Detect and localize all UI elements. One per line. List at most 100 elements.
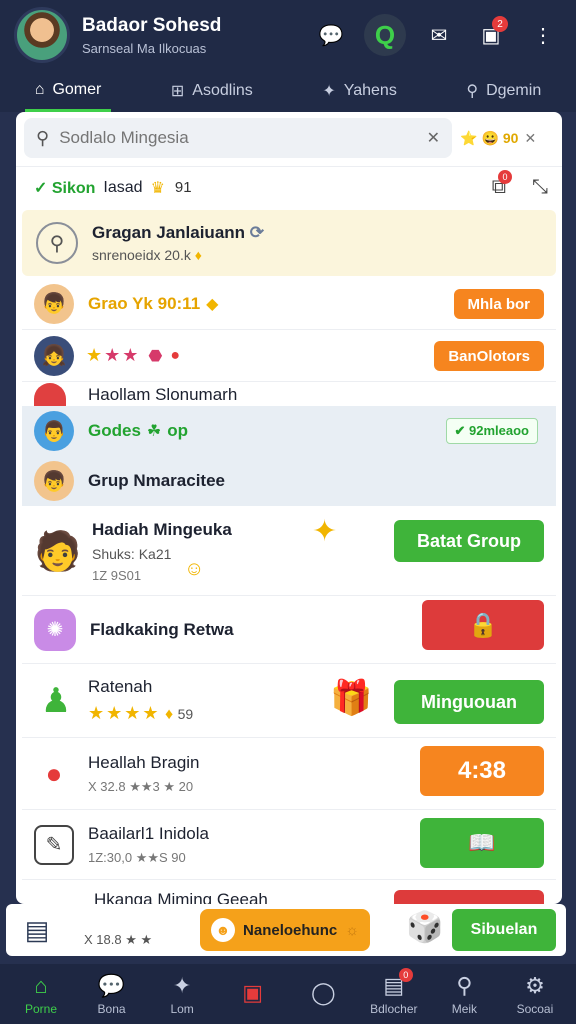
tab-label: Dgemin: [486, 82, 542, 99]
row-title: Hkanga Miming Geeah: [94, 890, 268, 904]
main-card: ⚲ ✕ ⭐ 😀 90 ✕ ✓ Sikon Iasad ♛ 91 ⧉0 ⤡ ⚲ G…: [16, 112, 562, 904]
bot-icon[interactable]: ▣ 2: [472, 16, 510, 54]
smile-icon: ☺: [184, 558, 205, 580]
nav-label: Porne: [24, 1001, 58, 1016]
q-logo-icon[interactable]: Q: [364, 14, 406, 56]
row-text: Hadiah Mingeuka Shuks: Ka21 1Z 9S01: [92, 520, 232, 583]
search-icon: ⚲: [456, 972, 473, 998]
coin-counter[interactable]: ⭐ 😀 90 ✕: [460, 120, 556, 156]
gift-icon: 🎁: [330, 679, 373, 717]
nav-bag[interactable]: ▤ 0 Bdlocher: [363, 964, 425, 1024]
timer-button[interactable]: 4:38: [420, 746, 544, 796]
row-text: Baailarl1 Inidola 1Z:30,0 ★★S 90: [88, 824, 209, 866]
tab-dgemin[interactable]: ⚲ Dgemin: [456, 70, 551, 112]
row-title: Heallah Bragin: [88, 752, 200, 772]
mail-icon[interactable]: ✉: [420, 16, 458, 54]
stars-icon: ★★★★: [88, 703, 161, 723]
nav-chat[interactable]: 💬 Bona: [81, 964, 143, 1024]
row-title: Haollam Slonumarh: [88, 384, 238, 404]
crown-icon: ♛: [150, 179, 165, 197]
list-item[interactable]: Hkanga Miming Geeah: [22, 880, 556, 904]
book-icon: 📖: [468, 830, 496, 855]
chat-icon: 💬: [97, 972, 126, 998]
tab-label: Yahens: [343, 82, 397, 99]
coin-count: 90: [502, 130, 519, 146]
star-icon: ⭐: [460, 129, 478, 146]
row-text: Ratenah ★★★★ ♦ 59: [88, 677, 193, 724]
gear-icon: ⚙: [525, 972, 545, 998]
tab-label: Gomer: [52, 80, 102, 98]
tab-yahens[interactable]: ✦ Yahens: [312, 70, 406, 112]
ring-icon: ◯: [310, 979, 336, 1005]
avatar: 👧: [34, 335, 74, 376]
featured-item[interactable]: ⚲ Gragan Janlaiuann ⟳ snrenoeidx 20.k ♦: [22, 210, 556, 276]
list-item[interactable]: 👨 Godes ☘ op ✔ 92mleaoo: [22, 408, 556, 454]
join-group-button[interactable]: Batat Group: [394, 520, 544, 562]
nav-label: Bona: [97, 1001, 126, 1016]
chat-bubble-icon[interactable]: 💬: [312, 16, 350, 54]
nav-ring[interactable]: ◯: [292, 964, 354, 1024]
list-item[interactable]: ● Heallah Bragin X 32.8 ★★3 ★ 20 4:38: [22, 738, 556, 810]
search-icon: ⚲: [36, 127, 50, 148]
gamepad-icon: ▣: [242, 979, 264, 1005]
header-actions: 💬 Q ✉ ▣ 2 ⋮: [312, 14, 562, 56]
lock-button[interactable]: 🔒: [422, 600, 544, 650]
featured-sub-text: snrenoeidx 20.k: [92, 247, 191, 263]
user-avatar[interactable]: [14, 7, 70, 63]
star-icon: ✦: [322, 83, 336, 100]
coin-icon: 😀: [481, 129, 499, 146]
top-tabs: ⌂ Gomer ⊞ Asodlins ✦ Yahens ⚲ Dgemin: [0, 70, 576, 112]
row-action-button[interactable]: BanOlotors: [434, 341, 544, 371]
edit-icon: ✎: [34, 824, 74, 865]
list-item[interactable]: 👧 ★★★ ⬣ ● BanOlotors: [22, 330, 556, 382]
online-status: ✓ Sikon: [34, 179, 96, 197]
main-action-button[interactable]: ☻ Naneloehunc ☼: [200, 909, 370, 951]
avatar: [34, 382, 66, 407]
status-row: ✓ Sikon Iasad ♛ 91 ⧉ 0 ⤡: [16, 166, 562, 208]
search-icon: ⚲: [466, 83, 479, 100]
stars-icon: ★★★: [86, 345, 141, 365]
row-title: Baailarl1 Inidola: [88, 823, 209, 843]
book-button[interactable]: 📖: [420, 818, 544, 868]
game-pieces-icon[interactable]: 🎲: [406, 910, 443, 945]
grid-icon: ⊞: [170, 83, 185, 100]
right-action-button[interactable]: Sibuelan: [452, 909, 556, 951]
nav-lom[interactable]: ✦ Lom: [151, 964, 213, 1024]
nav-home[interactable]: ⌂ Porne: [10, 964, 72, 1024]
wand-icon: ✦: [172, 972, 192, 998]
close-icon[interactable]: ✕: [524, 130, 536, 147]
goblin-avatar: ♟: [34, 671, 78, 730]
search-input[interactable]: [59, 128, 427, 148]
list-item[interactable]: ✺ Fladkaking Retwa 🔒: [22, 596, 556, 664]
more-menu-icon[interactable]: ⋮: [524, 16, 562, 54]
row-action-button[interactable]: Mhla bor: [453, 289, 544, 319]
status-count: 91: [174, 179, 192, 196]
tab-gomer[interactable]: ⌂ Gomer: [24, 70, 112, 112]
red-dot-icon: ●: [170, 346, 181, 364]
list-item[interactable]: ♟ Ratenah ★★★★ ♦ 59 🎁 Minguouan: [22, 664, 556, 738]
share-icon[interactable]: ⧉ 0: [492, 170, 512, 199]
list-item[interactable]: 🧑 Hadiah Mingeuka Shuks: Ka21 1Z 9S01 ☺ …: [22, 508, 556, 596]
main-action-label: Naneloehunc: [243, 921, 338, 939]
row-meta: X 32.8 ★★3 ★ 20: [88, 778, 194, 794]
nav-search[interactable]: ⚲ Meik: [433, 964, 495, 1024]
row-action-button[interactable]: Minguouan: [394, 680, 544, 724]
chat-settings-icon[interactable]: ▤: [14, 910, 60, 950]
character-avatar: 🧑: [34, 521, 82, 582]
clear-search-icon[interactable]: ✕: [427, 128, 440, 148]
notification-badge: 2: [492, 16, 508, 32]
list-item[interactable]: ✎ Baailarl1 Inidola 1Z:30,0 ★★S 90 📖: [22, 810, 556, 880]
leaf-icon: ☘: [146, 423, 162, 440]
action-bar: ▤ X 18.8 ★ ★ ☻ Naneloehunc ☼ 🎲 Sibuelan: [6, 904, 566, 956]
collapse-icon[interactable]: ⤡: [532, 176, 548, 199]
tab-asodlins[interactable]: ⊞ Asodlins: [161, 70, 263, 112]
list-item[interactable]: 👦 Grao Yk 90:11 ◆ Mhla bor: [22, 278, 556, 330]
list-item[interactable]: 👦 Grup Nmaracitee: [22, 458, 556, 504]
nav-games[interactable]: ▣: [222, 964, 284, 1024]
row-title: Ratenah: [88, 677, 153, 696]
notification-badge: 0: [398, 968, 413, 982]
notification-badge: 0: [498, 170, 512, 184]
row-action-button[interactable]: [394, 890, 544, 904]
list-item[interactable]: Haollam Slonumarh: [22, 382, 556, 408]
nav-settings[interactable]: ⚙ Socoai: [504, 964, 566, 1024]
